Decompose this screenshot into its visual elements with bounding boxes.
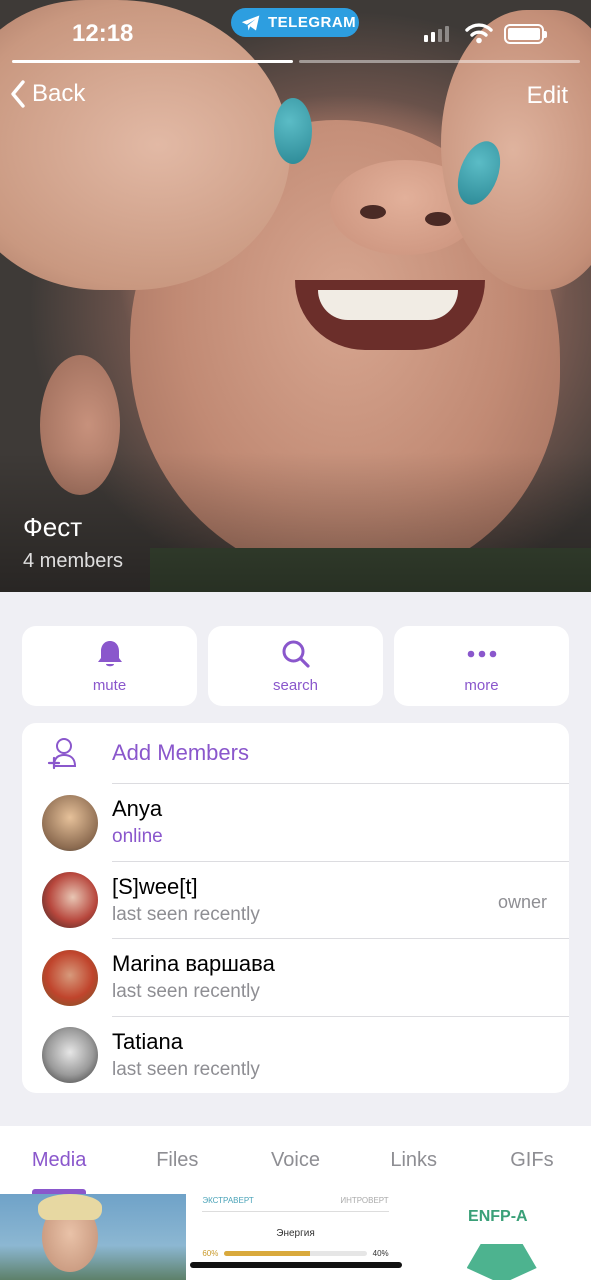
member-status: online bbox=[112, 826, 163, 848]
photo-nostril bbox=[425, 212, 451, 226]
photo-earplug bbox=[274, 98, 312, 164]
story-progress bbox=[12, 60, 580, 63]
members-list: Add Members Anya online [S]wee[t] last s… bbox=[22, 723, 569, 1093]
chat-header-photo[interactable] bbox=[0, 0, 591, 592]
signal-icon bbox=[424, 26, 449, 42]
home-indicator[interactable] bbox=[190, 1262, 402, 1268]
photo-nostril bbox=[360, 205, 386, 219]
telegram-pill-label: TELEGRAM bbox=[268, 14, 357, 31]
media-thumbnail[interactable]: ENFP-A bbox=[404, 1194, 591, 1280]
thumb-trait-label: Энергия bbox=[276, 1228, 315, 1239]
more-dots-icon bbox=[467, 650, 496, 657]
member-name: Tatiana bbox=[112, 1029, 183, 1055]
avatar[interactable] bbox=[42, 794, 98, 851]
status-time: 12:18 bbox=[72, 20, 134, 47]
member-row[interactable]: Tatiana last seen recently bbox=[22, 1017, 569, 1094]
tab-gifs[interactable]: GIFs bbox=[473, 1126, 591, 1194]
member-role: owner bbox=[497, 891, 547, 912]
member-row[interactable]: [S]wee[t] last seen recently owner bbox=[22, 862, 569, 939]
telegram-pill[interactable]: TELEGRAM bbox=[231, 8, 359, 37]
thumb-right-label: ИНТРОВЕРТ bbox=[340, 1196, 389, 1205]
back-button[interactable]: Back bbox=[10, 80, 85, 108]
thumb-type-label: ENFP-A bbox=[468, 1208, 528, 1225]
search-icon bbox=[282, 640, 310, 668]
media-thumbnail[interactable] bbox=[0, 1194, 187, 1280]
photo-hand-left bbox=[0, 0, 290, 290]
avatar[interactable] bbox=[42, 872, 98, 929]
member-count: 4 members bbox=[23, 550, 124, 572]
avatar[interactable] bbox=[42, 949, 98, 1006]
bell-icon bbox=[97, 640, 122, 666]
more-button[interactable]: more bbox=[394, 626, 569, 706]
member-status: last seen recently bbox=[112, 1059, 260, 1081]
member-name: Marina варшава bbox=[112, 951, 275, 977]
thumb-left-label: ЭКСТРАВЕРТ bbox=[202, 1196, 254, 1205]
tab-links[interactable]: Links bbox=[355, 1126, 473, 1194]
thumb-trait-bar bbox=[224, 1251, 367, 1256]
search-button[interactable]: search bbox=[208, 626, 383, 706]
add-members-button[interactable]: Add Members bbox=[22, 723, 569, 784]
edit-button[interactable]: Edit bbox=[527, 82, 568, 110]
tab-media[interactable]: Media bbox=[0, 1126, 118, 1194]
photo-teeth bbox=[318, 290, 458, 320]
mute-label: mute bbox=[92, 676, 127, 694]
battery-icon bbox=[504, 24, 547, 44]
thumb-illustration bbox=[466, 1244, 537, 1280]
member-status: last seen recently bbox=[112, 981, 260, 1003]
chat-title: Фест bbox=[23, 512, 83, 542]
story-progress-segment bbox=[299, 60, 580, 63]
thumb-right-pct: 40% bbox=[372, 1249, 389, 1258]
thumb-left-pct: 60% bbox=[202, 1249, 219, 1258]
back-label: Back bbox=[32, 80, 86, 107]
avatar[interactable] bbox=[42, 1027, 98, 1084]
member-row[interactable]: Anya online bbox=[22, 784, 569, 862]
more-label: more bbox=[464, 676, 499, 694]
story-progress-segment bbox=[12, 60, 293, 63]
search-label: search bbox=[272, 676, 319, 694]
telegram-plane-icon bbox=[241, 15, 260, 30]
mute-button[interactable]: mute bbox=[22, 626, 197, 706]
shared-media-tabs: Media Files Voice Links GIFs bbox=[0, 1126, 591, 1194]
tab-voice[interactable]: Voice bbox=[236, 1126, 354, 1194]
member-row[interactable]: Marina варшава last seen recently bbox=[22, 939, 569, 1017]
wifi-icon bbox=[465, 23, 493, 44]
tab-files[interactable]: Files bbox=[118, 1126, 236, 1194]
add-user-icon bbox=[47, 737, 77, 769]
chevron-left-icon bbox=[11, 80, 25, 108]
add-members-label: Add Members bbox=[112, 723, 569, 784]
member-name: Anya bbox=[112, 796, 163, 822]
action-buttons: mute search more bbox=[22, 626, 569, 706]
